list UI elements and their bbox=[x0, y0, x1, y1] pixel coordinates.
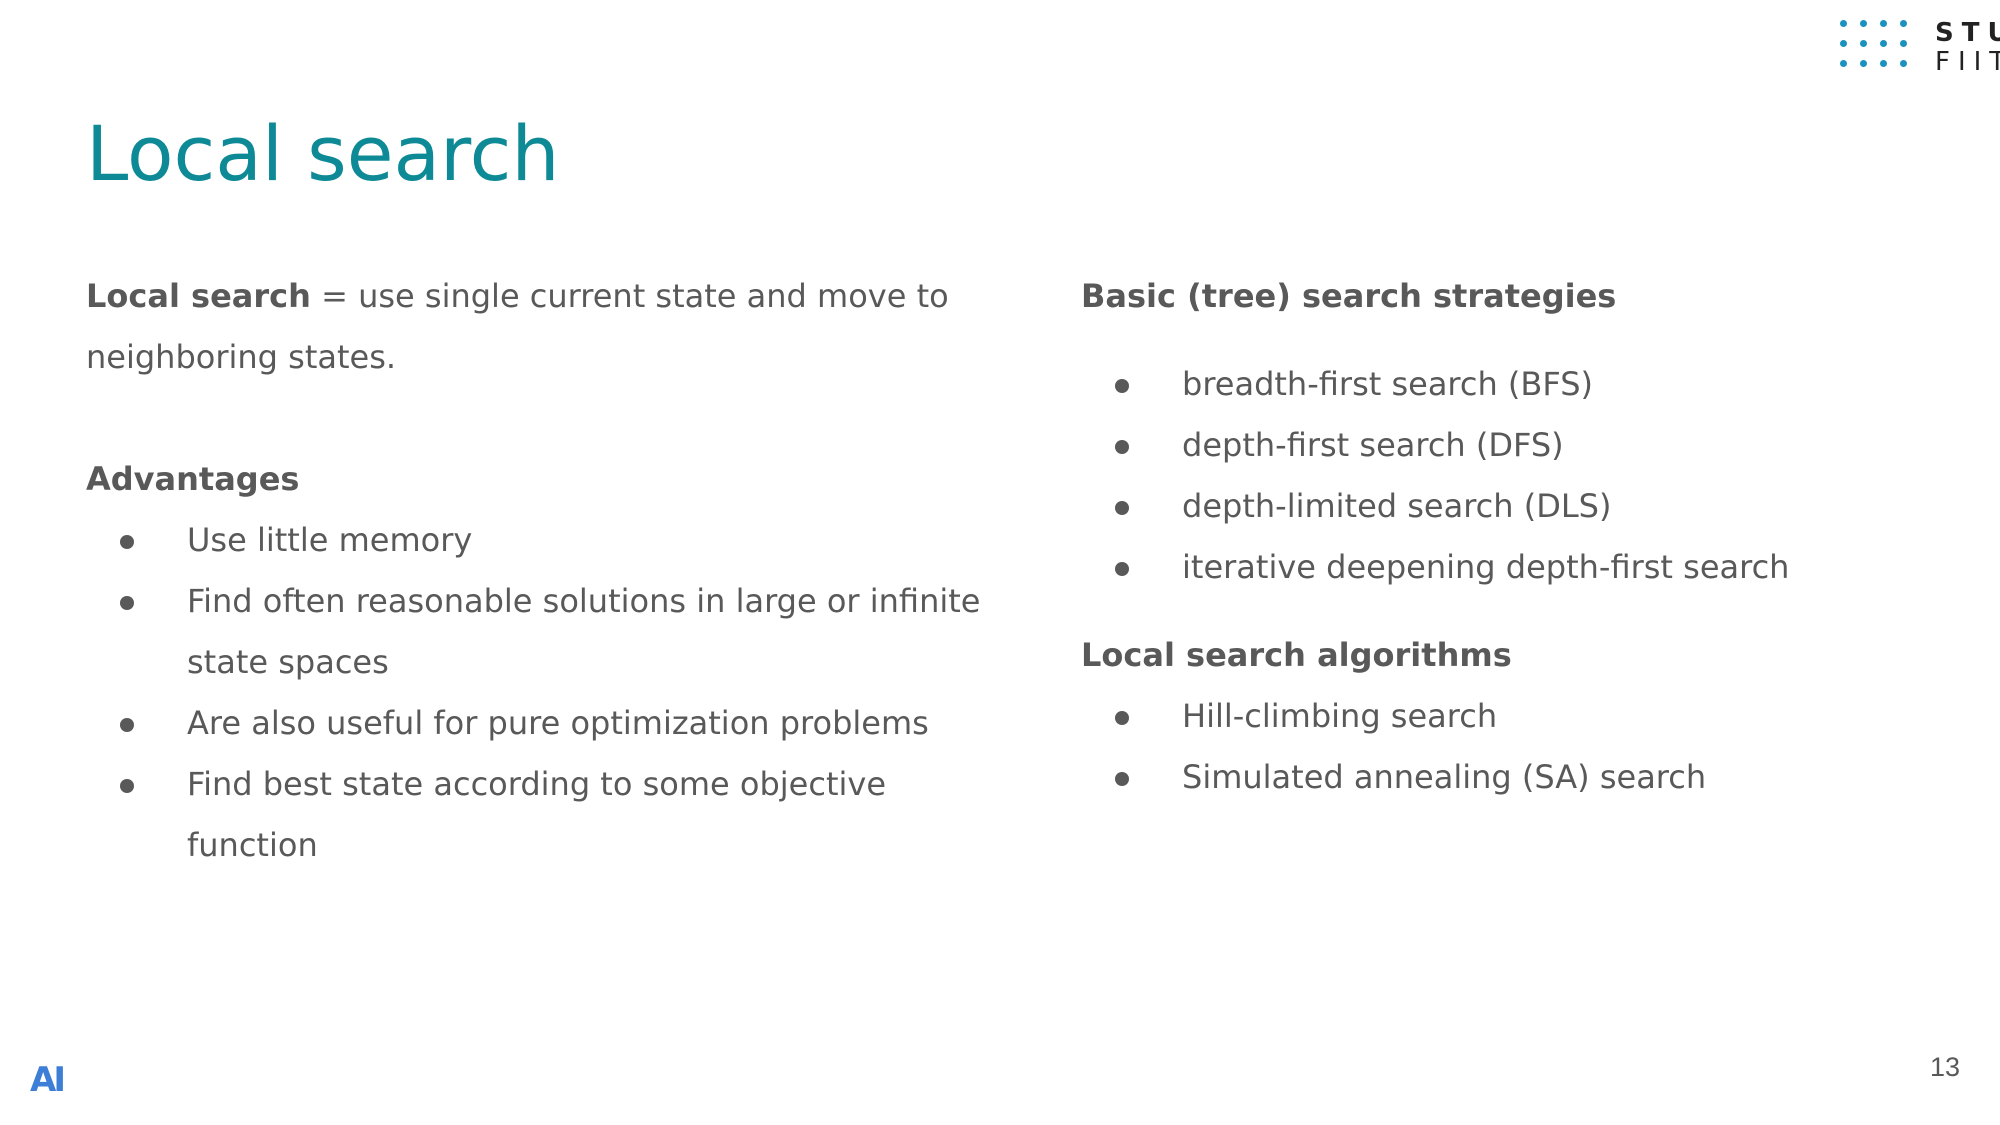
list-item-text: Hill-climbing search bbox=[1182, 697, 1498, 735]
bullet-icon bbox=[1115, 711, 1129, 725]
list-item: Are also useful for pure optimization pr… bbox=[86, 693, 986, 754]
list-item-text: Are also useful for pure optimization pr… bbox=[187, 704, 929, 742]
logo-dot bbox=[1840, 60, 1847, 67]
logo-dot bbox=[1860, 40, 1867, 47]
logo-dot bbox=[1900, 60, 1907, 67]
logo-dot bbox=[1860, 60, 1867, 67]
list-item: Use little memory bbox=[86, 510, 986, 571]
logo-dot bbox=[1900, 40, 1907, 47]
list-item: breadth-first search (BFS) bbox=[1081, 354, 1981, 415]
list-item: depth-limited search (DLS) bbox=[1081, 476, 1981, 537]
intro-paragraph: Local search = use single current state … bbox=[86, 266, 986, 388]
list-item-text: Find often reasonable solutions in large… bbox=[187, 582, 981, 681]
right-column: Basic (tree) search strategies breadth-f… bbox=[1081, 266, 1981, 808]
bullet-icon bbox=[1115, 562, 1129, 576]
bullet-icon bbox=[120, 596, 134, 610]
basic-strategies-heading: Basic (tree) search strategies bbox=[1081, 277, 1617, 315]
logo-dot-grid bbox=[1840, 20, 1907, 67]
list-item: Hill-climbing search bbox=[1081, 686, 1981, 747]
logo-dot bbox=[1840, 20, 1847, 27]
logo-text-fiit: FIIT bbox=[1935, 47, 2000, 77]
list-item-text: Find best state according to some object… bbox=[187, 765, 886, 864]
bullet-icon bbox=[120, 535, 134, 549]
logo-dot bbox=[1860, 20, 1867, 27]
advantages-heading: Advantages bbox=[86, 460, 300, 498]
local-algorithms-list: Hill-climbing search Simulated annealing… bbox=[1081, 686, 1981, 808]
list-item-text: Simulated annealing (SA) search bbox=[1182, 758, 1707, 796]
list-item-text: Use little memory bbox=[187, 521, 473, 559]
local-algorithms-heading: Local search algorithms bbox=[1081, 636, 1512, 674]
bullet-icon bbox=[1115, 772, 1129, 786]
list-item: Find best state according to some object… bbox=[86, 754, 986, 876]
ai-logo-icon: AI bbox=[30, 1060, 66, 1094]
logo-dot bbox=[1840, 40, 1847, 47]
basic-strategies-list: breadth-first search (BFS) depth-first s… bbox=[1081, 354, 1981, 598]
stu-fiit-logo: STU FIIT bbox=[1840, 18, 2000, 77]
list-item-text: breadth-first search (BFS) bbox=[1182, 365, 1593, 403]
bullet-icon bbox=[120, 718, 134, 732]
logo-dot bbox=[1880, 20, 1887, 27]
ai-logo-text: AI bbox=[30, 1060, 63, 1094]
bullet-icon bbox=[120, 779, 134, 793]
bullet-icon bbox=[1115, 379, 1129, 393]
logo-dot bbox=[1880, 60, 1887, 67]
bullet-icon bbox=[1115, 440, 1129, 454]
list-item: depth-first search (DFS) bbox=[1081, 415, 1981, 476]
bullet-icon bbox=[1115, 501, 1129, 515]
logo-dot bbox=[1880, 40, 1887, 47]
logo-text-stu: STU bbox=[1935, 18, 2000, 48]
page-number: 13 bbox=[1930, 1052, 1961, 1082]
advantages-list: Use little memory Find often reasonable … bbox=[86, 510, 986, 876]
list-item: iterative deepening depth-first search bbox=[1081, 537, 1981, 598]
logo-dot bbox=[1900, 20, 1907, 27]
list-item-text: iterative deepening depth-first search bbox=[1182, 548, 1790, 586]
list-item: Find often reasonable solutions in large… bbox=[86, 571, 986, 693]
left-column: Local search = use single current state … bbox=[86, 266, 986, 876]
list-item-text: depth-first search (DFS) bbox=[1182, 426, 1564, 464]
list-item: Simulated annealing (SA) search bbox=[1081, 747, 1981, 808]
intro-term: Local search bbox=[86, 277, 311, 315]
slide-title: Local search bbox=[86, 109, 560, 198]
list-item-text: depth-limited search (DLS) bbox=[1182, 487, 1612, 525]
